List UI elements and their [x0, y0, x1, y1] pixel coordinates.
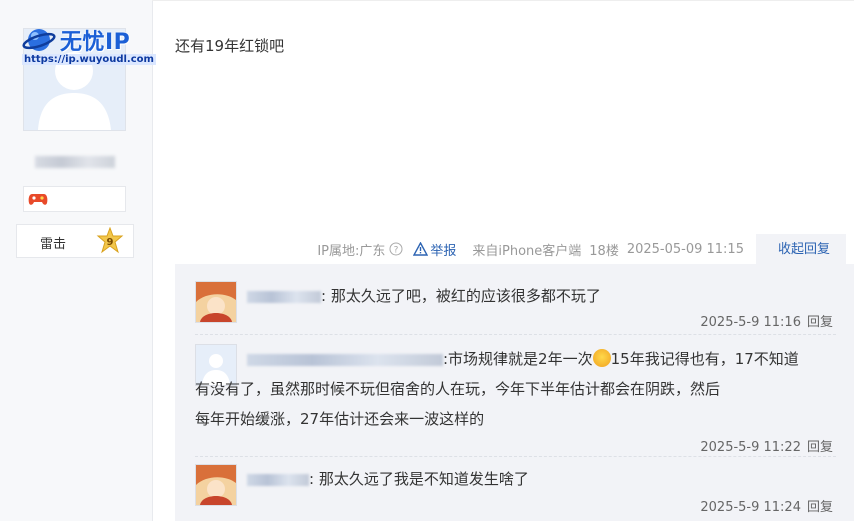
watermark-title: 无忧IP — [60, 30, 131, 55]
reply-button[interactable]: 回复 — [807, 315, 833, 330]
reply-button[interactable]: 回复 — [807, 440, 833, 455]
post-content: 还有19年红锁吧 — [175, 37, 285, 55]
floor-number: 18楼 — [589, 243, 619, 259]
reply-time: 2025-5-9 11:16 — [700, 315, 801, 330]
report-link[interactable]: 举报 — [413, 240, 464, 259]
divider — [152, 0, 854, 5]
reply-text: : 那太久远了我是不知道发生啥了 — [247, 464, 837, 494]
source-client: 来自iPhone客户端 — [472, 243, 582, 259]
help-circle-icon[interactable]: ? — [389, 242, 403, 256]
reply-time: 2025-5-9 11:22 — [700, 440, 801, 455]
planet-logo-icon — [22, 25, 56, 55]
post-meta: IP属地:广东 ? 举报 来自iPhone客户端 18楼 2025-05-09 … — [317, 233, 854, 265]
reply-text: :市场规律就是2年一次 15年我记得也有，17不知道 — [247, 344, 837, 374]
ip-location: IP属地:广东 ? — [317, 240, 403, 259]
reply-meta: 2025-5-9 11:22 回复 — [700, 436, 833, 455]
reply-content: : 那太久远了吧，被红的应该很多都不玩了 — [321, 287, 601, 305]
reply-username[interactable] — [247, 473, 309, 486]
ip-label: IP属地:广东 — [317, 243, 386, 259]
badge-row[interactable] — [23, 186, 126, 212]
reply-avatar[interactable] — [195, 281, 237, 323]
divider — [195, 456, 836, 457]
watermark: 无忧IP https://ip.wuyoudl.com — [22, 24, 156, 65]
divider — [195, 334, 836, 335]
reply-button[interactable]: 回复 — [807, 500, 833, 515]
rank-name: 雷击 — [40, 237, 67, 252]
warning-icon — [413, 242, 429, 256]
rank-badge[interactable]: 雷击 9 — [16, 224, 134, 258]
reply-avatar[interactable] — [195, 464, 237, 506]
reply-text-line: 有没有了，虽然那时候不玩但宿舍的人在玩，今年下半年估计都会在阴跌，然后 — [195, 380, 721, 398]
rank-level: 9 — [107, 237, 114, 248]
watermark-url: https://ip.wuyoudl.com — [22, 54, 156, 65]
username-blurred[interactable] — [35, 156, 115, 168]
reply-meta: 2025-5-9 11:16 回复 — [700, 311, 833, 330]
reply-time: 2025-5-9 11:24 — [700, 500, 801, 515]
anime-avatar-icon — [196, 465, 236, 505]
reply-content: : 那太久远了我是不知道发生啥了 — [309, 470, 529, 488]
reply-username[interactable] — [247, 290, 321, 303]
anime-avatar-icon — [196, 282, 236, 322]
reply-item: :市场规律就是2年一次 15年我记得也有，17不知道 有没有了，虽然那时候不玩但宿… — [195, 344, 837, 455]
reply-content-cont: 15年我记得也有，17不知道 — [610, 350, 799, 368]
reply-meta: 2025-5-9 11:24 回复 — [700, 496, 833, 515]
reply-content: :市场规律就是2年一次 — [443, 350, 593, 368]
reply-text-line: 每年开始缓涨，27年估计还会来一波这样的 — [195, 410, 485, 428]
post-time: 2025-05-09 11:15 — [626, 241, 744, 257]
game-controller-icon — [28, 194, 48, 205]
reply-text: : 那太久远了吧，被红的应该很多都不玩了 — [247, 281, 837, 311]
emoji-icon — [592, 349, 611, 367]
rank-star-icon: 9 — [96, 227, 124, 254]
report-label: 举报 — [430, 243, 457, 259]
collapse-replies-button[interactable]: 收起回复 — [755, 233, 846, 265]
reply-item: : 那太久远了吧，被红的应该很多都不玩了 2025-5-9 11:16 回复 — [195, 281, 835, 341]
reply-item: : 那太久远了我是不知道发生啥了 2025-5-9 11:24 回复 — [195, 464, 835, 519]
svg-text:?: ? — [394, 246, 399, 256]
reply-username[interactable] — [247, 353, 443, 366]
sub-reply-box: : 那太久远了吧，被红的应该很多都不玩了 2025-5-9 11:16 回复 :市… — [175, 264, 854, 521]
